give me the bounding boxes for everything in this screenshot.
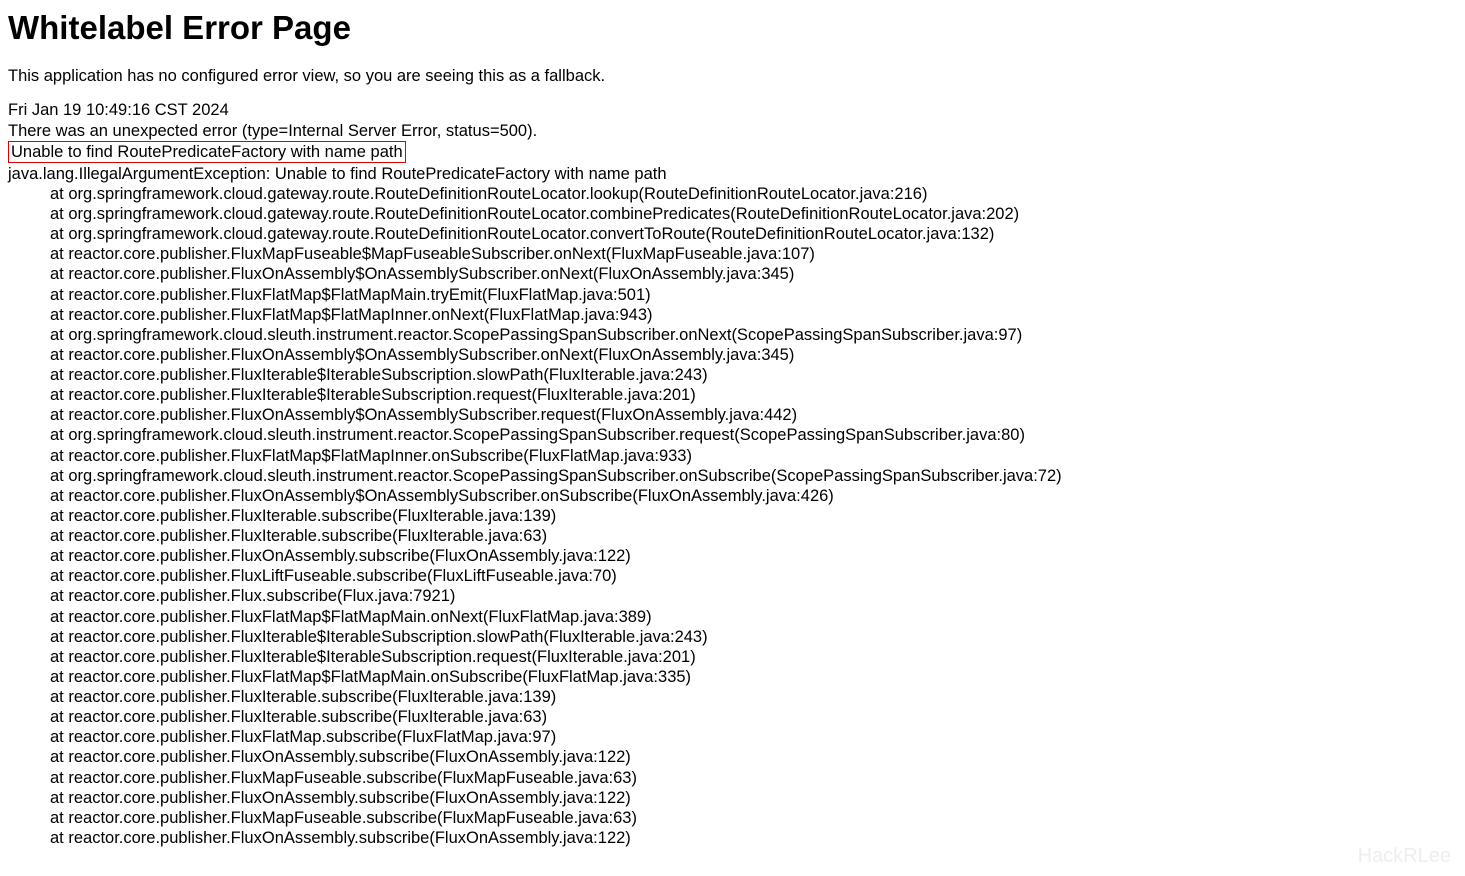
stack-frame: at reactor.core.publisher.FluxMapFuseabl… bbox=[8, 808, 1457, 828]
stack-frame: at reactor.core.publisher.FluxIterable$I… bbox=[8, 385, 1457, 405]
stack-frame: at org.springframework.cloud.gateway.rou… bbox=[8, 184, 1457, 204]
error-description: This application has no configured error… bbox=[8, 66, 1457, 86]
stack-frame: at reactor.core.publisher.FluxFlatMap$Fl… bbox=[8, 446, 1457, 466]
stack-frame: at org.springframework.cloud.sleuth.inst… bbox=[8, 425, 1457, 445]
stack-frame: at reactor.core.publisher.FluxIterable.s… bbox=[8, 687, 1457, 707]
stack-frame: at reactor.core.publisher.FluxOnAssembly… bbox=[8, 486, 1457, 506]
stack-frame: at reactor.core.publisher.FluxFlatMap$Fl… bbox=[8, 607, 1457, 627]
stack-frame: at reactor.core.publisher.FluxIterable.s… bbox=[8, 526, 1457, 546]
stack-frame: at reactor.core.publisher.FluxLiftFuseab… bbox=[8, 566, 1457, 586]
stack-frame: at reactor.core.publisher.FluxOnAssembly… bbox=[8, 264, 1457, 284]
exception-first-line: java.lang.IllegalArgumentException: Unab… bbox=[8, 164, 1457, 184]
stack-frame: at org.springframework.cloud.gateway.rou… bbox=[8, 204, 1457, 224]
stack-frame: at reactor.core.publisher.FluxOnAssembly… bbox=[8, 747, 1457, 767]
stack-frame: at org.springframework.cloud.sleuth.inst… bbox=[8, 325, 1457, 345]
stack-frame: at reactor.core.publisher.FluxIterable$I… bbox=[8, 627, 1457, 647]
stack-frame: at reactor.core.publisher.FluxMapFuseabl… bbox=[8, 768, 1457, 788]
stack-frame: at reactor.core.publisher.FluxOnAssembly… bbox=[8, 828, 1457, 848]
stack-frame: at reactor.core.publisher.FluxIterable.s… bbox=[8, 506, 1457, 526]
error-message-highlighted: Unable to find RoutePredicateFactory wit… bbox=[8, 141, 406, 163]
stack-frame: at reactor.core.publisher.Flux.subscribe… bbox=[8, 586, 1457, 606]
stack-frame: at reactor.core.publisher.FluxIterable$I… bbox=[8, 365, 1457, 385]
stack-frame: at reactor.core.publisher.FluxFlatMap$Fl… bbox=[8, 285, 1457, 305]
error-type-line: There was an unexpected error (type=Inte… bbox=[8, 121, 1457, 141]
error-timestamp: Fri Jan 19 10:49:16 CST 2024 bbox=[8, 100, 1457, 120]
stack-trace: at org.springframework.cloud.gateway.rou… bbox=[8, 184, 1457, 848]
stack-frame: at reactor.core.publisher.FluxOnAssembly… bbox=[8, 405, 1457, 425]
stack-frame: at reactor.core.publisher.FluxMapFuseabl… bbox=[8, 244, 1457, 264]
stack-frame: at reactor.core.publisher.FluxFlatMap$Fl… bbox=[8, 667, 1457, 687]
stack-frame: at org.springframework.cloud.gateway.rou… bbox=[8, 224, 1457, 244]
stack-frame: at reactor.core.publisher.FluxIterable$I… bbox=[8, 647, 1457, 667]
stack-frame: at reactor.core.publisher.FluxIterable.s… bbox=[8, 707, 1457, 727]
page-title: Whitelabel Error Page bbox=[8, 8, 1457, 48]
stack-frame: at reactor.core.publisher.FluxFlatMap$Fl… bbox=[8, 305, 1457, 325]
stack-frame: at reactor.core.publisher.FluxFlatMap.su… bbox=[8, 727, 1457, 747]
stack-frame: at org.springframework.cloud.sleuth.inst… bbox=[8, 466, 1457, 486]
stack-frame: at reactor.core.publisher.FluxOnAssembly… bbox=[8, 788, 1457, 808]
stack-frame: at reactor.core.publisher.FluxOnAssembly… bbox=[8, 546, 1457, 566]
stack-frame: at reactor.core.publisher.FluxOnAssembly… bbox=[8, 345, 1457, 365]
